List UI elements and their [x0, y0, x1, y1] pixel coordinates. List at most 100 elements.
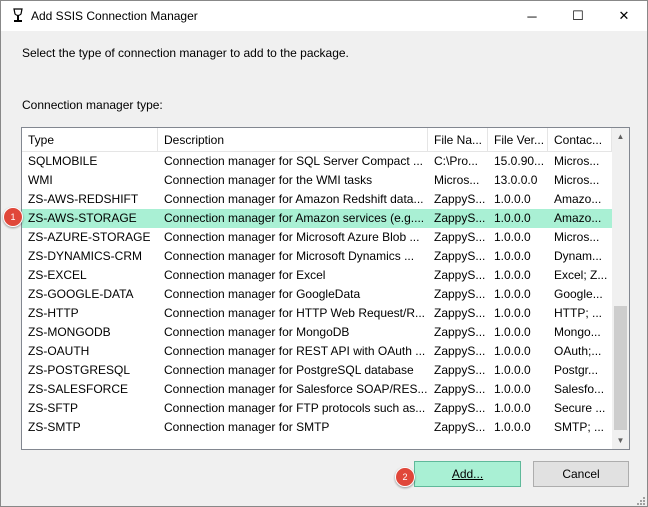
scrollbar-thumb[interactable]	[614, 306, 627, 430]
cell-contact: OAuth;...	[554, 344, 602, 358]
close-button[interactable]: ✕	[601, 1, 647, 31]
column-header-type[interactable]: Type	[22, 128, 158, 152]
cell-file-name: ZappyS...	[434, 192, 486, 206]
list-header: Type Description File Na... File Ver... …	[22, 128, 612, 152]
cell-type: ZS-EXCEL	[28, 268, 87, 282]
cell-file-version: 1.0.0.0	[494, 211, 531, 225]
cell-contact: Micros...	[554, 230, 600, 244]
cell-file-version: 1.0.0.0	[494, 382, 531, 396]
cell-file-name: ZappyS...	[434, 306, 486, 320]
cell-type: ZS-POSTGRESQL	[28, 363, 131, 377]
cell-file-name: ZappyS...	[434, 325, 486, 339]
table-row[interactable]: ZS-GOOGLE-DATA Connection manager for Goo…	[22, 285, 612, 304]
cell-description: Connection manager for PostgreSQL databa…	[164, 363, 414, 377]
cell-description: Connection manager for Microsoft Azure B…	[164, 230, 420, 244]
cell-type: ZS-AZURE-STORAGE	[28, 230, 151, 244]
cell-file-name: ZappyS...	[434, 344, 486, 358]
cell-description: Connection manager for the WMI tasks	[164, 173, 373, 187]
cell-description: Connection manager for REST API with OAu…	[164, 344, 426, 358]
chevron-down-icon[interactable]: ▼	[612, 432, 629, 449]
resize-grip-icon[interactable]	[635, 495, 645, 505]
cell-file-name: ZappyS...	[434, 287, 486, 301]
cell-file-version: 1.0.0.0	[494, 230, 531, 244]
maximize-button[interactable]: ☐	[555, 1, 601, 31]
cell-description: Connection manager for Amazon services (…	[164, 211, 425, 225]
cell-type: ZS-AWS-REDSHIFT	[28, 192, 139, 206]
list-label: Connection manager type:	[22, 98, 163, 112]
cell-description: Connection manager for FTP protocols suc…	[164, 401, 426, 415]
title-bar: Add SSIS Connection Manager ─ ☐ ✕	[1, 1, 647, 31]
minimize-icon: ─	[527, 8, 537, 24]
table-row[interactable]: ZS-AZURE-STORAGE Connection manager for M…	[22, 228, 612, 247]
table-row-selected[interactable]: ZS-AWS-STORAGE Connection manager for Ama…	[22, 209, 612, 228]
cell-description: Connection manager for Microsoft Dynamic…	[164, 249, 415, 263]
cell-file-name: ZappyS...	[434, 230, 486, 244]
cell-file-name: C:\Pro...	[434, 154, 479, 168]
table-row[interactable]: ZS-AWS-REDSHIFT Connection manager for Am…	[22, 190, 612, 209]
add-button-label: Add...	[451, 467, 484, 481]
step-2-badge: 2	[395, 467, 415, 487]
table-row[interactable]: SQLMOBILE Connection manager for SQL Serv…	[22, 152, 612, 171]
cell-contact: Dynam...	[554, 249, 603, 263]
cell-contact: Salesfo...	[554, 382, 605, 396]
table-row[interactable]: ZS-SMTP Connection manager for SMTP ZappyS…	[22, 418, 612, 437]
cell-file-version: 1.0.0.0	[494, 249, 531, 263]
cell-contact: Micros...	[554, 173, 600, 187]
cell-file-name: ZappyS...	[434, 363, 486, 377]
table-row[interactable]: ZS-DYNAMICS-CRM Connection manager for Mi…	[22, 247, 612, 266]
table-row[interactable]: ZS-OAUTH Connection manager for REST API …	[22, 342, 612, 361]
cell-description: Connection manager for MongoDB	[164, 325, 350, 339]
cell-contact: Excel; Z...	[554, 268, 608, 282]
step-1-badge: 1	[3, 207, 23, 227]
cell-type: ZS-MONGODB	[28, 325, 111, 339]
cell-type: ZS-SALESFORCE	[28, 382, 129, 396]
cell-file-name: ZappyS...	[434, 268, 486, 282]
cell-description: Connection manager for GoogleData	[164, 287, 361, 301]
table-row[interactable]: ZS-HTTP Connection manager for HTTP Web R…	[22, 304, 612, 323]
table-row[interactable]: ZS-SFTP Connection manager for FTP protoc…	[22, 399, 612, 418]
column-header-file-version[interactable]: File Ver...	[488, 128, 548, 152]
cell-file-version: 15.0.90...	[494, 154, 545, 168]
cell-file-version: 1.0.0.0	[494, 306, 531, 320]
connection-manager-list[interactable]: Type Description File Na... File Ver... …	[21, 127, 630, 450]
cell-type: SQLMOBILE	[28, 154, 98, 168]
cell-type: ZS-HTTP	[28, 306, 79, 320]
cell-contact: Micros...	[554, 154, 600, 168]
table-row[interactable]: ZS-SALESFORCE Connection manager for Sale…	[22, 380, 612, 399]
cell-description: Connection manager for SMTP	[164, 420, 330, 434]
column-header-description[interactable]: Description	[158, 128, 428, 152]
table-row[interactable]: ZS-MONGODB Connection manager for MongoDB…	[22, 323, 612, 342]
column-header-file-name[interactable]: File Na...	[428, 128, 488, 152]
close-icon: ✕	[618, 8, 630, 23]
cancel-button[interactable]: Cancel	[533, 461, 629, 487]
vertical-scrollbar[interactable]: ▲ ▼	[612, 128, 629, 449]
cell-contact: Postgr...	[554, 363, 599, 377]
table-row[interactable]: ZS-EXCEL Connection manager for Excel Zapp…	[22, 266, 612, 285]
cell-type: ZS-AWS-STORAGE	[28, 211, 137, 225]
cell-contact: SMTP; ...	[554, 420, 605, 434]
add-button[interactable]: Add...	[414, 461, 521, 487]
cell-contact: Amazo...	[554, 192, 602, 206]
column-header-contact[interactable]: Contac...	[548, 128, 612, 152]
cell-type: ZS-OAUTH	[28, 344, 90, 358]
cell-file-name: ZappyS...	[434, 249, 486, 263]
cell-file-version: 1.0.0.0	[494, 344, 531, 358]
table-row[interactable]: ZS-POSTGRESQL Connection manager for Post…	[22, 361, 612, 380]
cell-file-version: 1.0.0.0	[494, 363, 531, 377]
cell-type: ZS-SMTP	[28, 420, 81, 434]
cell-type: ZS-DYNAMICS-CRM	[28, 249, 142, 263]
cell-contact: Mongo...	[554, 325, 601, 339]
window-title: Add SSIS Connection Manager	[31, 9, 198, 23]
cell-file-name: Micros...	[434, 173, 480, 187]
cell-type: WMI	[28, 173, 53, 187]
cell-contact: Secure ...	[554, 401, 606, 415]
cell-file-name: ZappyS...	[434, 420, 486, 434]
minimize-button[interactable]: ─	[509, 1, 555, 31]
cell-file-name: ZappyS...	[434, 382, 486, 396]
cell-file-version: 1.0.0.0	[494, 268, 531, 282]
cell-file-version: 1.0.0.0	[494, 192, 531, 206]
table-row[interactable]: WMI Connection manager for the WMI tasks M…	[22, 171, 612, 190]
cell-contact: Amazo...	[554, 211, 602, 225]
cell-contact: HTTP; ...	[554, 306, 602, 320]
chevron-up-icon[interactable]: ▲	[612, 128, 629, 145]
